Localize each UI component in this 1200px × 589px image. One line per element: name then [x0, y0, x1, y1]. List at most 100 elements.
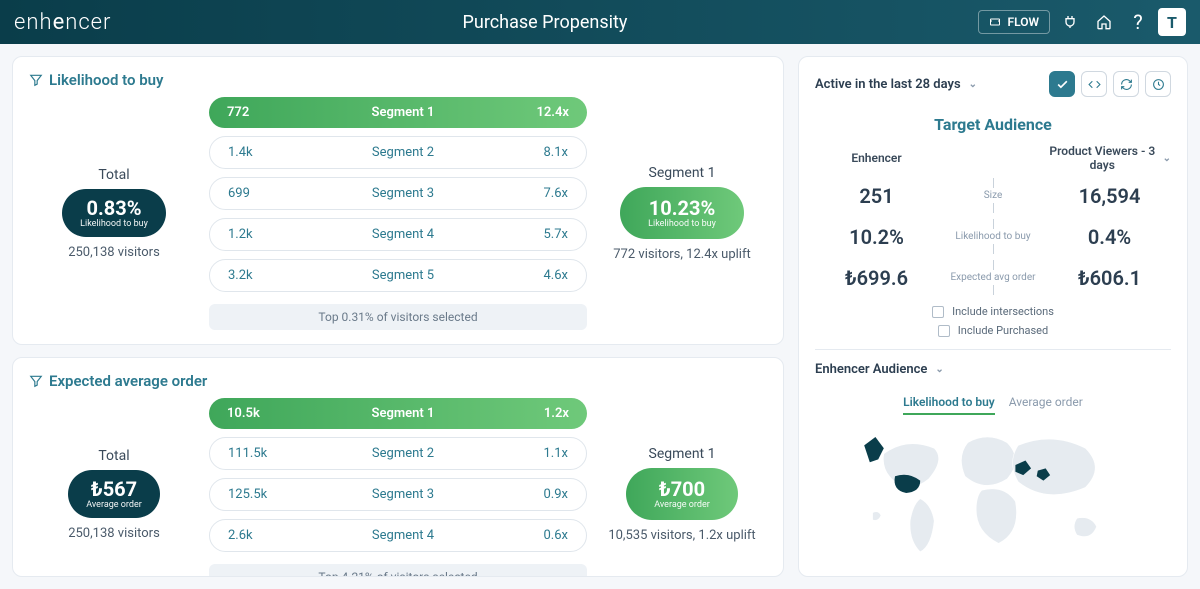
- avgorder-selected-name: Segment 1: [597, 446, 767, 462]
- include-purchased-checkbox[interactable]: [938, 325, 950, 337]
- segment-count: 1.2k: [228, 227, 288, 242]
- total-label: Total: [29, 448, 199, 464]
- segment-name: Segment 5: [288, 268, 518, 283]
- total-label: Total: [29, 167, 199, 183]
- audience-metric-label: Likelihood to buy: [938, 219, 1048, 254]
- audience-dropdown[interactable]: Enhencer Audience ⌄: [815, 362, 1171, 377]
- segment-count: 2.6k: [228, 528, 288, 543]
- segment-uplift: 8.1x: [518, 145, 568, 160]
- audience-metric-label: Expected avg order: [938, 260, 1048, 295]
- segment-uplift: 4.6x: [518, 268, 568, 283]
- world-map: [815, 423, 1171, 569]
- segment-uplift: 12.4x: [519, 105, 569, 120]
- content: Likelihood to buy Total 0.83% Likelihood…: [0, 44, 1200, 589]
- avgorder-title: Expected average order: [29, 372, 767, 390]
- segment-row[interactable]: 2.6kSegment 40.6x: [209, 519, 587, 552]
- segment-count: 772: [227, 105, 287, 120]
- check-button[interactable]: [1049, 71, 1075, 97]
- avgorder-total: Total ₺567 Average order 250,138 visitor…: [29, 448, 199, 541]
- segment-row[interactable]: 125.5kSegment 30.9x: [209, 478, 587, 511]
- segment-count: 699: [228, 186, 288, 201]
- segment-name: Segment 2: [288, 145, 518, 160]
- segment-uplift: 7.6x: [518, 186, 568, 201]
- logo: enhencer: [14, 10, 111, 35]
- home-icon[interactable]: [1090, 8, 1118, 36]
- likelihood-selected-pill: 10.23% Likelihood to buy: [620, 187, 744, 239]
- avgorder-total-visitors: 250,138 visitors: [29, 526, 199, 541]
- segment-uplift: 0.6x: [518, 528, 568, 543]
- avgorder-card: Expected average order Total ₺567 Averag…: [12, 357, 784, 577]
- segment-count: 1.4k: [228, 145, 288, 160]
- segment-row[interactable]: 3.2kSegment 54.6x: [209, 259, 587, 292]
- segment-name: Segment 4: [288, 528, 518, 543]
- segment-uplift: 5.7x: [518, 227, 568, 242]
- chevron-down-icon: ⌄: [969, 79, 977, 90]
- likelihood-total-pill: 0.83% Likelihood to buy: [62, 189, 166, 237]
- clock-button[interactable]: [1145, 71, 1171, 97]
- include-purchased-row: Include Purchased: [815, 324, 1171, 337]
- audience-value-left: ₺699.6: [815, 266, 938, 290]
- segments-footer: Top 4.21% of visitors selected: [209, 564, 587, 577]
- segment-count: 3.2k: [228, 268, 288, 283]
- segments-footer: Top 0.31% of visitors selected: [209, 304, 587, 330]
- target-audience-title: Target Audience: [815, 115, 1171, 134]
- segment-count: 10.5k: [227, 406, 287, 421]
- likelihood-total-visitors: 250,138 visitors: [29, 245, 199, 260]
- include-intersections-checkbox[interactable]: [932, 306, 944, 318]
- segment-name: Segment 3: [288, 487, 518, 502]
- segment-row[interactable]: 1.4kSegment 28.1x: [209, 136, 587, 169]
- tab-avgorder[interactable]: Average order: [1009, 395, 1083, 415]
- segment-uplift: 1.1x: [518, 446, 568, 461]
- segment-name: Segment 1: [287, 406, 519, 421]
- segment-count: 111.5k: [228, 446, 288, 461]
- divider: [815, 349, 1171, 350]
- left-column: Likelihood to buy Total 0.83% Likelihood…: [12, 56, 784, 577]
- segment-uplift: 0.9x: [518, 487, 568, 502]
- code-button[interactable]: [1081, 71, 1107, 97]
- likelihood-title: Likelihood to buy: [29, 71, 767, 89]
- likelihood-selected: Segment 1 10.23% Likelihood to buy 772 v…: [597, 165, 767, 262]
- chevron-down-icon: ⌄: [1163, 153, 1171, 164]
- active-range-dropdown[interactable]: Active in the last 28 days ⌄: [815, 77, 977, 92]
- target-audience-grid: Enhencer Product Viewers - 3 days ⌄ 251S…: [815, 144, 1171, 295]
- avgorder-row: Total ₺567 Average order 250,138 visitor…: [29, 398, 767, 577]
- segment-count: 125.5k: [228, 487, 288, 502]
- flow-button[interactable]: FLOW: [978, 10, 1050, 34]
- right-actions: [1049, 71, 1171, 97]
- app-header: enhencer Purchase Propensity FLOW ? T: [0, 0, 1200, 44]
- likelihood-segments: 772Segment 112.4x1.4kSegment 28.1x699Seg…: [209, 97, 587, 330]
- segment-row[interactable]: 772Segment 112.4x: [209, 97, 587, 128]
- target-audience-card: Active in the last 28 days ⌄: [798, 56, 1188, 577]
- audience-col-enhencer: Enhencer: [815, 151, 938, 165]
- help-icon[interactable]: ?: [1124, 8, 1152, 36]
- likelihood-row: Total 0.83% Likelihood to buy 250,138 vi…: [29, 97, 767, 330]
- segment-row[interactable]: 10.5kSegment 11.2x: [209, 398, 587, 429]
- segment-row[interactable]: 699Segment 37.6x: [209, 177, 587, 210]
- avgorder-total-pill: ₺567 Average order: [68, 470, 160, 518]
- flow-icon: [989, 16, 1001, 28]
- refresh-button[interactable]: [1113, 71, 1139, 97]
- audience-value-left: 251: [815, 184, 938, 208]
- funnel-icon: [29, 73, 43, 87]
- include-intersections-row: Include intersections: [815, 305, 1171, 318]
- tab-likelihood[interactable]: Likelihood to buy: [903, 395, 995, 415]
- avatar[interactable]: T: [1158, 8, 1186, 36]
- avgorder-selected-pill: ₺700 Average order: [626, 468, 738, 520]
- likelihood-selected-visitors: 772 visitors, 12.4x uplift: [597, 247, 767, 262]
- segment-row[interactable]: 1.2kSegment 45.7x: [209, 218, 587, 251]
- audience-value-right: 16,594: [1048, 184, 1171, 208]
- likelihood-card: Likelihood to buy Total 0.83% Likelihood…: [12, 56, 784, 345]
- segment-name: Segment 4: [288, 227, 518, 242]
- include-purchased-label: Include Purchased: [958, 324, 1048, 337]
- audience-col-compare-dropdown[interactable]: Product Viewers - 3 days ⌄: [1048, 144, 1171, 172]
- chevron-down-icon: ⌄: [935, 364, 943, 375]
- page-title: Purchase Propensity: [111, 12, 978, 33]
- segment-row[interactable]: 111.5kSegment 21.1x: [209, 437, 587, 470]
- audience-value-right: ₺606.1: [1048, 266, 1171, 290]
- funnel-icon: [29, 374, 43, 388]
- audience-tabs: Likelihood to buy Average order: [815, 395, 1171, 415]
- audience-metric-label: Size: [938, 178, 1048, 213]
- header-actions: FLOW ? T: [978, 8, 1186, 36]
- plug-icon[interactable]: [1056, 8, 1084, 36]
- audience-value-right: 0.4%: [1048, 225, 1171, 249]
